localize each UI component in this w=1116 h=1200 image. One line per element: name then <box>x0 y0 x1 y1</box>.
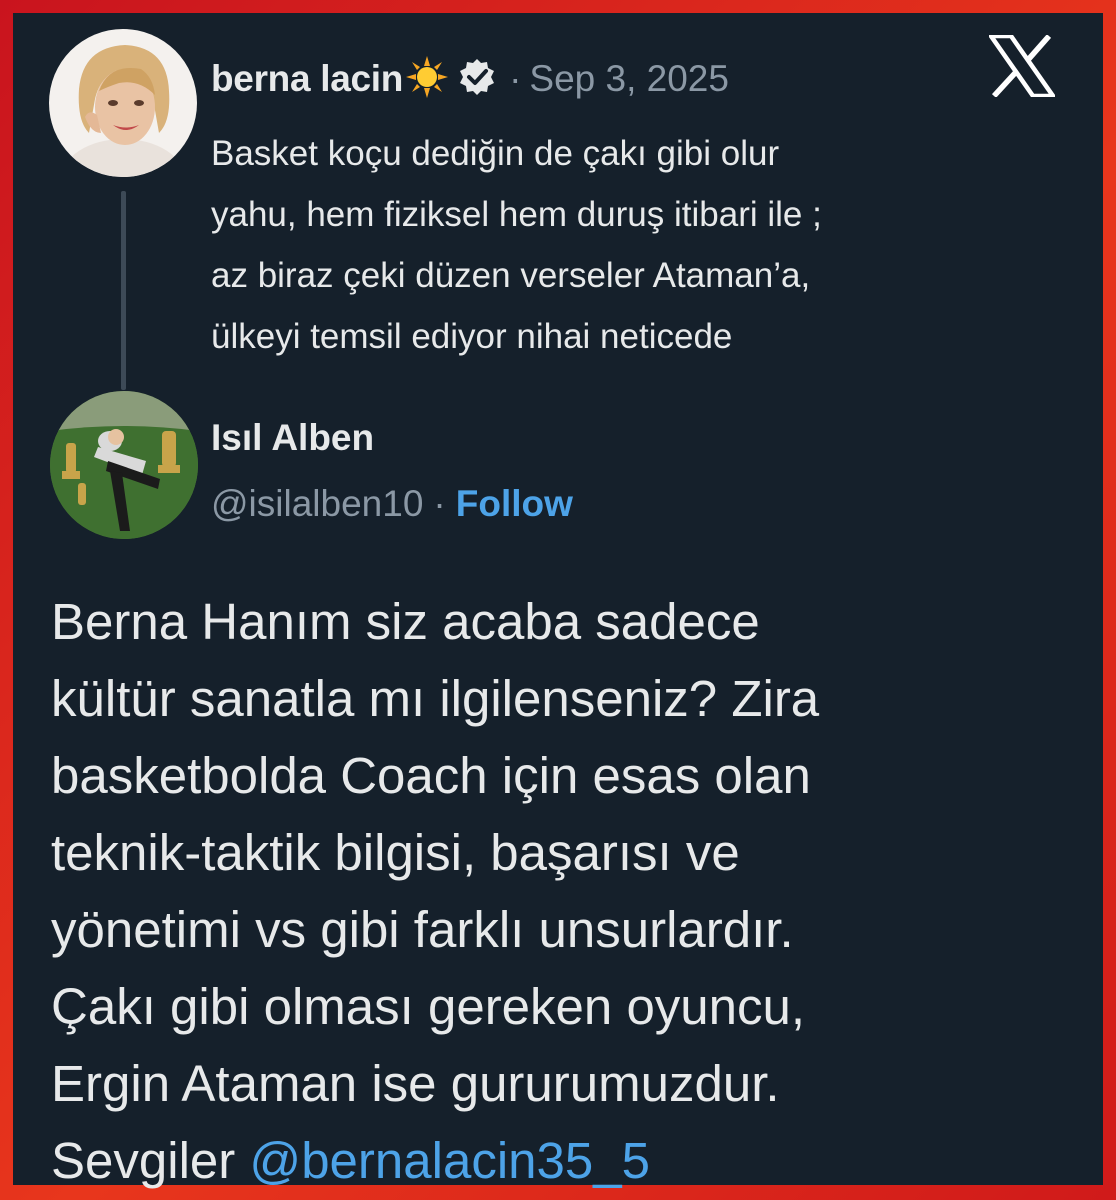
reply-handle-row: @isilalben10 · Follow <box>211 483 573 525</box>
avatar-berna[interactable] <box>49 29 197 177</box>
verified-icon <box>457 57 497 102</box>
reply-author-name[interactable]: Isıl Alben <box>211 417 374 459</box>
reply-text: Berna Hanım siz acaba sadece kültür sana… <box>51 583 1091 1199</box>
separator-dot: · <box>433 483 446 524</box>
tweet-text: Basket koçu dediğin de çakı gibi olur ya… <box>211 134 822 356</box>
separator-dot: · <box>509 58 522 99</box>
sun-icon <box>405 55 449 104</box>
author-name[interactable]: berna lacin <box>211 58 403 100</box>
thread-connector <box>121 191 126 390</box>
avatar-isil[interactable] <box>50 391 198 539</box>
follow-button[interactable]: Follow <box>456 483 573 525</box>
tweet-header: berna lacin · Sep 3, 2025 <box>211 51 729 107</box>
reply-handle[interactable]: @isilalben10 <box>211 483 423 525</box>
tweet-card: berna lacin · Sep 3, 2025 Basket koçu de… <box>13 13 1103 1189</box>
mention-link[interactable]: @bernalacin35_5 <box>249 1132 650 1189</box>
x-logo-icon[interactable] <box>986 33 1058 102</box>
tweet-date[interactable]: Sep 3, 2025 <box>529 58 729 100</box>
reply-text-body: Berna Hanım siz acaba sadece kültür sana… <box>51 593 820 1189</box>
